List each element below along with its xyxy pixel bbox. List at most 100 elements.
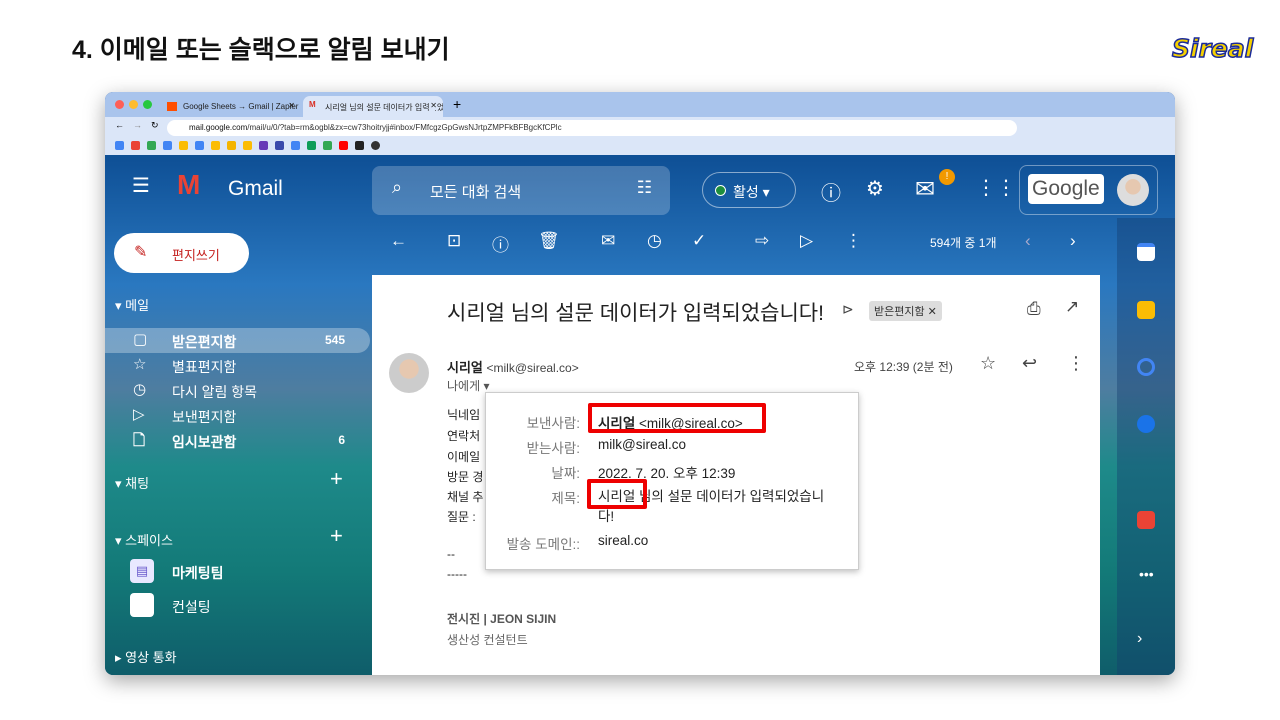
reload-icon[interactable]: ↻ — [151, 120, 159, 131]
help-icon[interactable]: ⓘ — [821, 177, 841, 206]
expand-panel-icon[interactable]: › — [1137, 630, 1155, 648]
apps-grid-icon[interactable]: ⋮⋮ — [976, 175, 1016, 200]
gmail-app: ☰ M Gmail ⌕ 모든 대화 검색 ☷ 활성 ▾ ⓘ ⚙ ✉ ! ⋮⋮ Goo… — [105, 155, 1175, 675]
bookmark-icon[interactable] — [227, 141, 236, 150]
newer-icon[interactable]: ‹ — [1025, 231, 1031, 251]
reply-icon[interactable]: ↩ — [1022, 353, 1037, 374]
bookmark-icon[interactable] — [115, 141, 124, 150]
forward-icon[interactable]: → — [133, 120, 142, 130]
search-input[interactable]: ⌕ 모든 대화 검색 ☷ — [372, 166, 670, 215]
keep-icon[interactable] — [1137, 301, 1155, 319]
calendar-icon[interactable] — [1137, 243, 1155, 261]
compose-button[interactable]: ✎ 편지쓰기 — [114, 233, 249, 273]
url-host: mail.google.com — [189, 123, 248, 132]
archive-icon[interactable]: ⊡ — [447, 231, 461, 251]
maximize-window-icon[interactable] — [143, 100, 152, 109]
email-subject: 시리얼 님의 설문 데이터가 입력되었습니다! — [447, 302, 824, 325]
add-space-icon[interactable]: + — [330, 523, 343, 549]
inbox-label-chip[interactable]: 받은편지함 ✕ — [869, 301, 942, 321]
more-addons-icon[interactable]: ••• — [1139, 566, 1157, 584]
nav-drafts[interactable]: 🗋 임시보관함 6 — [105, 428, 370, 453]
more-options-icon[interactable]: ⋮ — [1067, 353, 1085, 374]
space-consulting[interactable]: 😍 컨설팅 — [105, 591, 370, 625]
star-icon[interactable]: ☆ — [980, 353, 996, 374]
nav-snoozed[interactable]: ◷ 다시 알림 항목 — [105, 378, 370, 403]
new-tab-icon[interactable]: + — [453, 96, 461, 112]
nav-inbox[interactable]: ▢ 받은편지함 545 — [105, 328, 370, 353]
search-placeholder: 모든 대화 검색 — [430, 184, 522, 201]
tab-gmail[interactable]: M 시리얼 님의 설문 데이터가 입력되었습니다✕ — [303, 96, 443, 117]
addon-icon[interactable] — [1137, 511, 1155, 529]
move-to-icon[interactable]: ⇨ — [755, 231, 769, 251]
bookmark-icon[interactable] — [211, 141, 220, 150]
report-spam-icon[interactable]: ⓘ — [492, 231, 509, 256]
status-button[interactable]: 활성 ▾ — [702, 172, 796, 208]
bookmark-icon[interactable] — [147, 141, 156, 150]
section-chat[interactable]: ▾ 채팅 — [115, 473, 149, 492]
to-value: milk@sireal.co — [598, 437, 686, 452]
account-area[interactable]: Google — [1019, 165, 1158, 215]
close-tab-icon[interactable]: ✕ — [430, 101, 437, 110]
section-spaces[interactable]: ▾ 스페이스 — [115, 530, 173, 549]
back-icon[interactable]: ← — [115, 120, 124, 130]
bookmark-icon[interactable] — [131, 141, 140, 150]
mail-nav: ▢ 받은편지함 545 ☆ 별표편지함 ◷ 다시 알림 항목 ▷ 보낸편지함 🗋 임시보관함… — [105, 328, 370, 453]
contacts-icon[interactable] — [1137, 415, 1155, 433]
url-input[interactable]: mail.google.com/mail/u/0/?tab=rm&ogbl&zx… — [167, 120, 1017, 136]
nav-label: 받은편지함 — [172, 334, 237, 350]
from-label: 보낸사람: — [526, 416, 580, 431]
delete-icon[interactable]: 🗑 — [538, 231, 560, 251]
label-icon[interactable]: ▷ — [800, 231, 813, 251]
tasks-icon[interactable] — [1137, 358, 1155, 376]
youtube-icon[interactable] — [339, 141, 348, 150]
highlight-sender-box — [588, 403, 766, 433]
mail-notification-icon[interactable]: ✉ — [915, 175, 935, 204]
domain-value: sireal.co — [598, 533, 649, 548]
domain-label: 발송 도메인:: — [506, 537, 580, 552]
sender-avatar — [389, 353, 429, 393]
mark-unread-icon[interactable]: ✉ — [601, 231, 615, 251]
zapier-icon — [167, 102, 177, 111]
open-new-window-icon[interactable]: ↗ — [1065, 297, 1079, 317]
add-task-icon[interactable]: ✓ — [692, 231, 706, 251]
section-label: 메일 — [125, 298, 150, 313]
more-icon[interactable]: ⋮ — [845, 231, 862, 251]
tab-zapier[interactable]: Google Sheets → Gmail | Zapier ✕ — [161, 96, 301, 117]
status-dot-icon — [715, 185, 726, 196]
section-mail[interactable]: ▾ 메일 — [115, 295, 149, 314]
bookmark-icon[interactable] — [179, 141, 188, 150]
bookmark-icon[interactable] — [243, 141, 252, 150]
older-icon[interactable]: › — [1070, 231, 1076, 251]
account-avatar[interactable] — [1117, 174, 1149, 206]
settings-icon[interactable]: ⚙ — [866, 176, 884, 201]
bookmark-icon[interactable] — [163, 141, 172, 150]
snooze-icon[interactable]: ◷ — [647, 231, 662, 251]
signature-dash: -- — [447, 547, 455, 561]
notion-icon[interactable] — [355, 141, 364, 150]
star-icon: ☆ — [133, 356, 147, 373]
bookmark-icon[interactable] — [307, 141, 316, 150]
add-chat-icon[interactable]: + — [330, 466, 343, 492]
alert-badge-icon: ! — [939, 169, 955, 185]
nav-starred[interactable]: ☆ 별표편지함 — [105, 353, 370, 378]
close-window-icon[interactable] — [115, 100, 124, 109]
section-meet[interactable]: ▸ 영상 통화 — [115, 647, 177, 666]
minimize-window-icon[interactable] — [129, 100, 138, 109]
bookmark-icon[interactable] — [323, 141, 332, 150]
space-marketing[interactable]: ▤ 마케팅팀 — [105, 557, 370, 591]
back-to-inbox-icon[interactable]: ← — [390, 231, 407, 251]
bookmark-icon[interactable] — [371, 141, 380, 150]
tab-label: 시리얼 님의 설문 데이터가 입력되었습니다 — [325, 103, 443, 112]
bookmark-icon[interactable] — [291, 141, 300, 150]
recipient-toggle[interactable]: 나에게 ▾ — [447, 377, 489, 394]
bookmark-icon[interactable] — [195, 141, 204, 150]
search-options-icon[interactable]: ☷ — [637, 178, 652, 198]
close-tab-icon[interactable]: ✕ — [288, 101, 295, 110]
importance-icon[interactable]: ⊳ — [842, 301, 854, 318]
bookmark-icon[interactable] — [275, 141, 284, 150]
message-toolbar: ← ⊡ ⓘ 🗑 ✉ ◷ ✓ ⇨ ▷ ⋮ 594개 중 1개 ‹ › — [385, 225, 1105, 265]
print-icon[interactable]: ⎙ — [1027, 299, 1041, 319]
nav-sent[interactable]: ▷ 보낸편지함 — [105, 403, 370, 428]
bookmark-icon[interactable] — [259, 141, 268, 150]
menu-icon[interactable]: ☰ — [132, 173, 150, 198]
